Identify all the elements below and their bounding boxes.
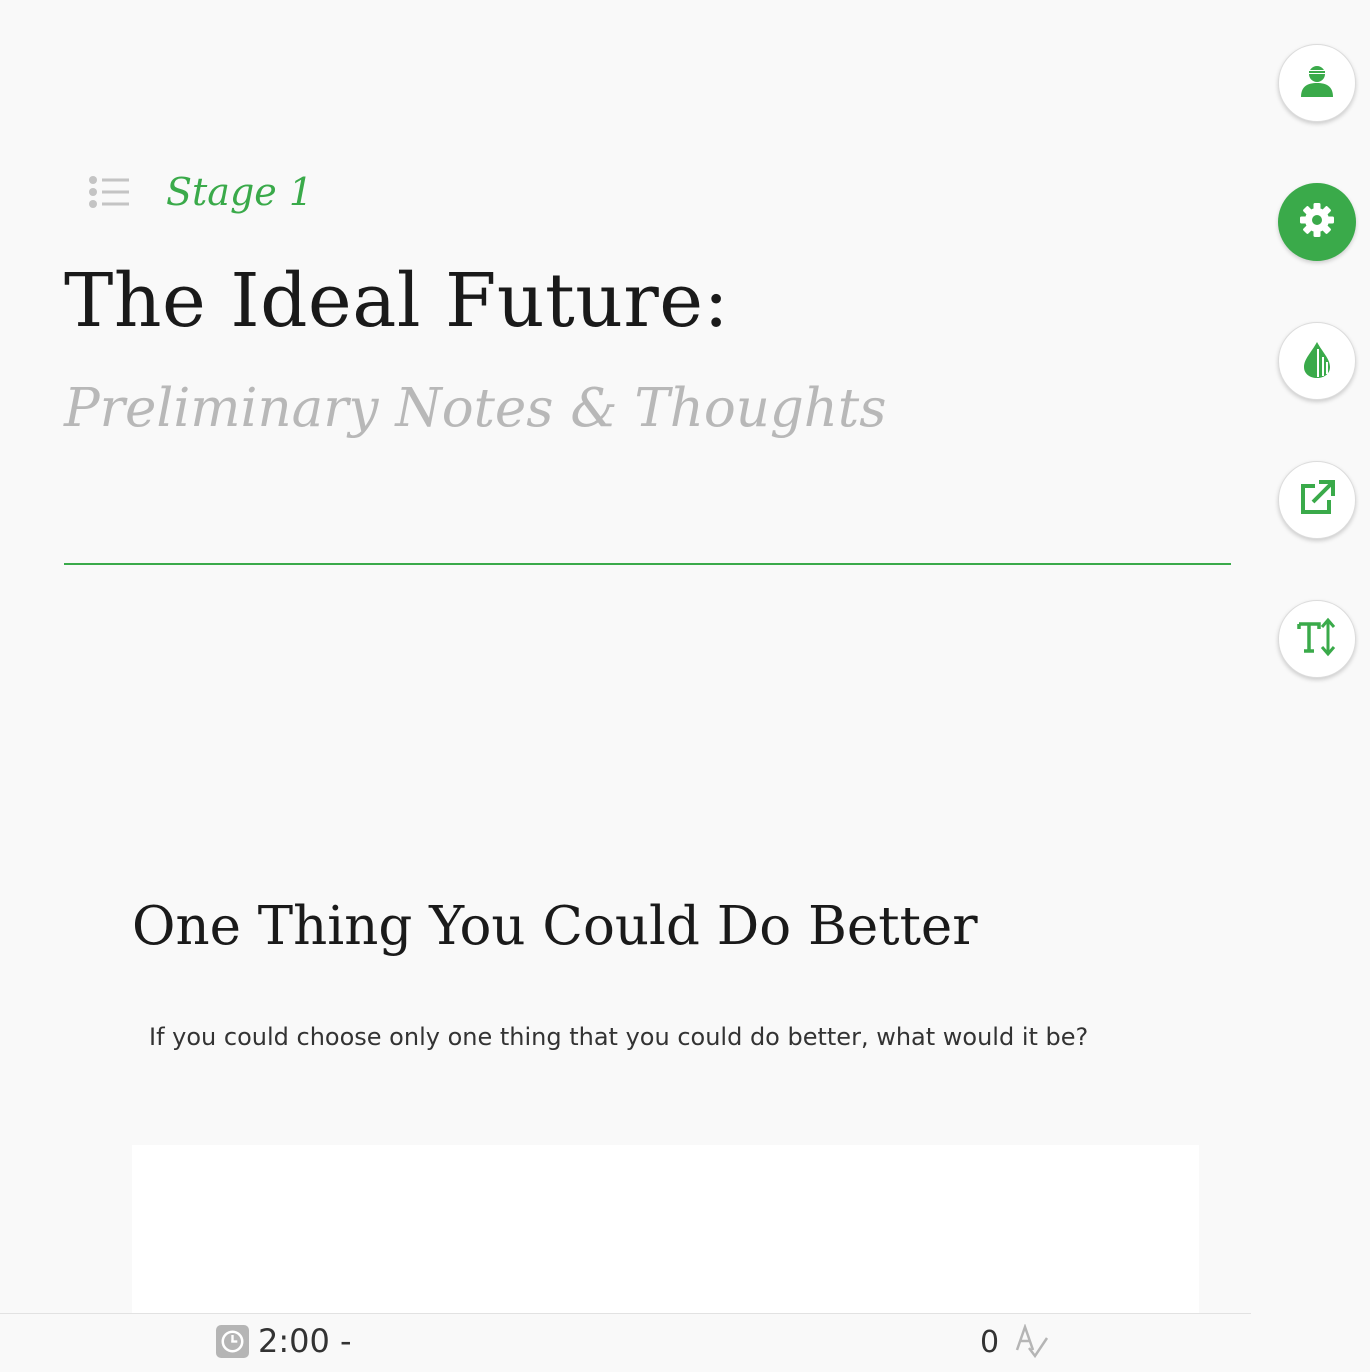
gear-icon — [1295, 198, 1339, 246]
drop-icon — [1295, 337, 1339, 385]
export-button[interactable] — [1278, 461, 1356, 539]
timer[interactable]: 2:00 - — [216, 1322, 352, 1360]
user-icon — [1295, 59, 1339, 107]
theme-button[interactable] — [1278, 322, 1356, 400]
text-size-icon — [1295, 615, 1339, 663]
word-count-value: 0 — [980, 1324, 1000, 1360]
external-link-icon — [1295, 476, 1339, 524]
stage-label: Stage 1 — [166, 170, 314, 214]
list-icon[interactable] — [88, 172, 130, 212]
page-title: The Ideal Future: — [64, 258, 730, 344]
word-count: 0 — [980, 1323, 1049, 1360]
header-divider — [64, 563, 1231, 565]
page-subtitle: Preliminary Notes & Thoughts — [64, 378, 887, 439]
spellcheck-icon[interactable] — [1015, 1323, 1049, 1360]
footer-bar: 2:00 - 0 — [0, 1313, 1251, 1372]
stage-row: Stage 1 — [88, 170, 313, 214]
clock-icon — [216, 1324, 249, 1358]
text-size-button[interactable] — [1278, 600, 1356, 678]
question-prompt: If you could choose only one thing that … — [149, 1023, 1089, 1051]
settings-button[interactable] — [1278, 183, 1356, 261]
section-heading: One Thing You Could Do Better — [132, 896, 978, 957]
answer-textarea[interactable] — [132, 1145, 1199, 1315]
timer-text: 2:00 - — [258, 1322, 352, 1360]
page: Stage 1 The Ideal Future: Preliminary No… — [0, 0, 1370, 1372]
profile-button[interactable] — [1278, 44, 1356, 122]
